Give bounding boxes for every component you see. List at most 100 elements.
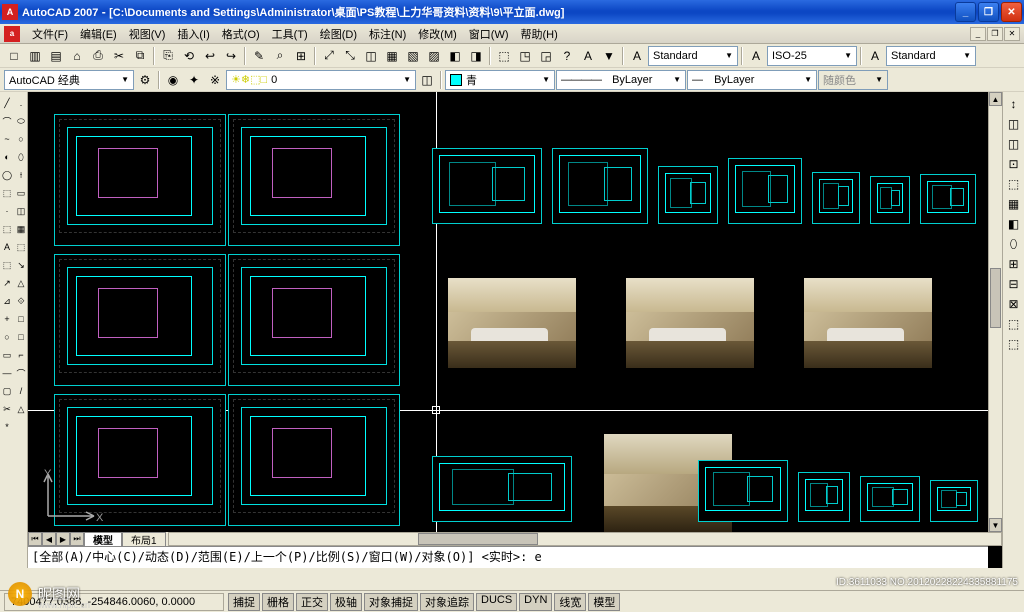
toolbar-button[interactable]: ▼ bbox=[599, 46, 619, 66]
toolbar-button[interactable]: ▨ bbox=[424, 46, 444, 66]
toolbar-button[interactable]: ⌂ bbox=[67, 46, 87, 66]
mdi-minimize-button[interactable]: _ bbox=[970, 27, 986, 41]
toolbar-button[interactable]: ⬚ bbox=[494, 46, 514, 66]
toolbar-button[interactable]: ▧ bbox=[403, 46, 423, 66]
draw-tool-icon[interactable]: ⟐ bbox=[14, 292, 28, 310]
modify-tool-icon[interactable]: ⊡ bbox=[1004, 154, 1024, 174]
menu-help[interactable]: 帮助(H) bbox=[515, 24, 564, 44]
toolbar-button[interactable]: ⟲ bbox=[179, 46, 199, 66]
draw-tool-icon[interactable]: ◐ bbox=[0, 148, 14, 166]
tab-nav-prev[interactable]: ◀ bbox=[42, 532, 56, 546]
toolbar-button[interactable]: ↩ bbox=[200, 46, 220, 66]
modify-tool-icon[interactable]: ⊟ bbox=[1004, 274, 1024, 294]
draw-tool-icon[interactable]: ◫ bbox=[14, 202, 28, 220]
menu-tools[interactable]: 工具(T) bbox=[266, 24, 314, 44]
toolbar-button[interactable]: ✎ bbox=[249, 46, 269, 66]
draw-tool-icon[interactable]: ⬭ bbox=[14, 112, 28, 130]
workspace-select[interactable]: AutoCAD 经典▼ bbox=[4, 70, 134, 90]
toolbar-button[interactable]: ⌕ bbox=[270, 46, 290, 66]
draw-tool-icon[interactable]: ⊿ bbox=[0, 292, 14, 310]
modify-tool-icon[interactable]: ⊠ bbox=[1004, 294, 1024, 314]
workspace-settings-icon[interactable]: ⚙ bbox=[135, 70, 155, 90]
modify-tool-icon[interactable]: ⬯ bbox=[1004, 234, 1024, 254]
toolbar-button[interactable]: ▥ bbox=[25, 46, 45, 66]
toolbar-button[interactable]: A bbox=[578, 46, 598, 66]
status-toggle[interactable]: 模型 bbox=[588, 593, 620, 611]
menu-file[interactable]: 文件(F) bbox=[26, 24, 74, 44]
modify-tool-icon[interactable]: ◫ bbox=[1004, 134, 1024, 154]
draw-tool-icon[interactable]: ▭ bbox=[0, 346, 14, 364]
modify-tool-icon[interactable]: ⬚ bbox=[1004, 174, 1024, 194]
color-select[interactable]: 青▼ bbox=[445, 70, 555, 90]
style-icon[interactable]: A bbox=[865, 46, 885, 66]
lineweight-select[interactable]: — ByLayer▼ bbox=[687, 70, 817, 90]
tab-nav-first[interactable]: ⏮ bbox=[28, 532, 42, 546]
draw-tool-icon[interactable]: ⬚ bbox=[0, 256, 14, 274]
draw-tool-icon[interactable]: . bbox=[14, 94, 28, 112]
menu-insert[interactable]: 插入(I) bbox=[171, 24, 215, 44]
draw-tool-icon[interactable]: ⌒ bbox=[0, 112, 14, 130]
toolbar-button[interactable]: ↪ bbox=[221, 46, 241, 66]
layer-select[interactable]: ☀❄⬚□ 0▼ bbox=[226, 70, 416, 90]
scroll-down-icon[interactable]: ▼ bbox=[989, 518, 1002, 532]
dim-style-select[interactable]: ISO-25▼ bbox=[767, 46, 857, 66]
plotstyle-select[interactable]: 随颜色▼ bbox=[818, 70, 888, 90]
draw-tool-icon[interactable]: ⬚ bbox=[0, 184, 14, 202]
linetype-select[interactable]: ———— ByLayer▼ bbox=[556, 70, 686, 90]
draw-tool-icon[interactable]: △ bbox=[14, 274, 28, 292]
menu-view[interactable]: 视图(V) bbox=[123, 24, 172, 44]
modify-tool-icon[interactable]: ◫ bbox=[1004, 114, 1024, 134]
draw-tool-icon[interactable]: ✂ bbox=[0, 400, 14, 418]
toolbar-button[interactable]: ◳ bbox=[515, 46, 535, 66]
toolbar-button[interactable]: ⤢ bbox=[319, 46, 339, 66]
draw-tool-icon[interactable]: + bbox=[0, 310, 14, 328]
toolbar-button[interactable]: ◲ bbox=[536, 46, 556, 66]
toolbar-button[interactable]: ◧ bbox=[445, 46, 465, 66]
window-minimize-button[interactable]: _ bbox=[955, 2, 976, 22]
status-toggle[interactable]: 线宽 bbox=[554, 593, 586, 611]
status-toggle[interactable]: 捕捉 bbox=[228, 593, 260, 611]
status-toggle[interactable]: 栅格 bbox=[262, 593, 294, 611]
modify-tool-icon[interactable]: ⊞ bbox=[1004, 254, 1024, 274]
window-maximize-button[interactable]: ❐ bbox=[978, 2, 999, 22]
scroll-thumb[interactable] bbox=[418, 533, 538, 545]
draw-tool-icon[interactable]: □ bbox=[14, 310, 28, 328]
draw-tool-icon[interactable]: ~ bbox=[0, 130, 14, 148]
layer-previous-icon[interactable]: ◫ bbox=[417, 70, 437, 90]
modify-tool-icon[interactable]: ◧ bbox=[1004, 214, 1024, 234]
tab-layout1[interactable]: 布局1 bbox=[122, 532, 166, 546]
style-icon[interactable]: A bbox=[627, 46, 647, 66]
status-toggle[interactable]: 对象追踪 bbox=[420, 593, 474, 611]
draw-tool-icon[interactable]: ◯ bbox=[0, 166, 14, 184]
menu-modify[interactable]: 修改(M) bbox=[412, 24, 463, 44]
draw-tool-icon[interactable]: ○ bbox=[14, 130, 28, 148]
menu-dim[interactable]: 标注(N) bbox=[363, 24, 412, 44]
tab-nav-last[interactable]: ⏭ bbox=[70, 532, 84, 546]
status-toggle[interactable]: DYN bbox=[519, 593, 552, 611]
layer-tool-1-icon[interactable]: ◉ bbox=[163, 70, 183, 90]
draw-tool-icon[interactable]: ╱ bbox=[0, 94, 14, 112]
draw-tool-icon[interactable]: ▦ bbox=[14, 220, 28, 238]
draw-tool-icon[interactable]: ▢ bbox=[0, 382, 14, 400]
toolbar-button[interactable]: ▤ bbox=[46, 46, 66, 66]
draw-tool-icon[interactable]: ↗ bbox=[0, 274, 14, 292]
draw-tool-icon[interactable]: * bbox=[0, 418, 14, 436]
draw-tool-icon[interactable]: ○ bbox=[0, 328, 14, 346]
toolbar-button[interactable]: □ bbox=[4, 46, 24, 66]
vertical-scrollbar[interactable]: ▲ ▼ bbox=[988, 92, 1002, 532]
toolbar-button[interactable]: ⎙ bbox=[88, 46, 108, 66]
draw-tool-icon[interactable]: ▭ bbox=[14, 184, 28, 202]
menu-window[interactable]: 窗口(W) bbox=[463, 24, 515, 44]
toolbar-button[interactable]: ◨ bbox=[466, 46, 486, 66]
draw-tool-icon[interactable]: □ bbox=[14, 328, 28, 346]
command-window[interactable]: [全部(A)/中心(C)/动态(D)/范围(E)/上一个(P)/比例(S)/窗口… bbox=[28, 546, 988, 568]
toolbar-button[interactable]: ⤡ bbox=[340, 46, 360, 66]
menu-draw[interactable]: 绘图(D) bbox=[314, 24, 363, 44]
draw-tool-icon[interactable]: ↘ bbox=[14, 256, 28, 274]
layer-tool-3-icon[interactable]: ※ bbox=[205, 70, 225, 90]
status-toggle[interactable]: 极轴 bbox=[330, 593, 362, 611]
status-toggle[interactable]: 对象捕捉 bbox=[364, 593, 418, 611]
horizontal-scrollbar[interactable] bbox=[168, 532, 1002, 546]
draw-tool-icon[interactable]: ⌐ bbox=[14, 346, 28, 364]
draw-tool-icon[interactable]: · bbox=[0, 202, 14, 220]
